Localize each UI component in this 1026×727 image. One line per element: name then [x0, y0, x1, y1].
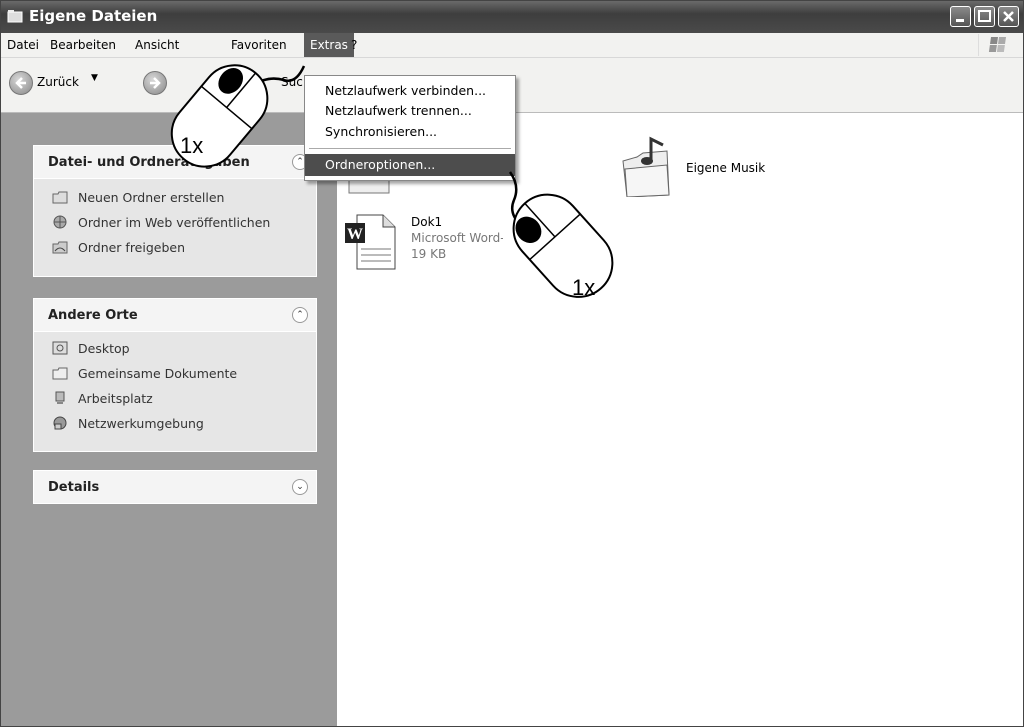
minimize-button[interactable] — [950, 6, 971, 27]
task-publish-web[interactable]: Ordner im Web veröffentlichen — [34, 210, 316, 235]
forward-arrow-icon — [150, 77, 161, 89]
window-title: Eigene Dateien — [29, 7, 158, 25]
file-name: Dok1 — [411, 215, 443, 229]
close-icon — [1003, 11, 1014, 22]
web-globe-icon — [53, 215, 67, 229]
menu-favoriten[interactable]: Favoriten — [225, 33, 293, 57]
task-share-folder[interactable]: Ordner freigeben — [34, 235, 316, 260]
file-item-music[interactable]: Eigene Musik — [617, 131, 817, 201]
back-label[interactable]: Zurück — [37, 75, 79, 89]
extras-dropdown-menu: Netzlaufwerk verbinden... Netzlaufwerk t… — [304, 75, 516, 181]
place-label: Desktop — [78, 341, 130, 356]
file-size: 19 KB — [411, 247, 447, 261]
panel-header[interactable]: Details ⌄ — [34, 471, 316, 503]
panel-header[interactable]: Andere Orte ⌃ — [34, 299, 316, 332]
computer-icon — [55, 391, 65, 404]
task-pane: Datei- und Ordneraufgaben ⌃ Neuen Ordner… — [1, 113, 337, 726]
place-label: Gemeinsame Dokumente — [78, 366, 238, 381]
place-network[interactable]: Netzwerkumgebung — [34, 411, 316, 436]
panel-header[interactable]: Datei- und Ordneraufgaben ⌃ — [34, 146, 316, 179]
panel-other-places: Andere Orte ⌃ Desktop Gemeinsame Dokumen… — [33, 298, 317, 452]
menu-item-folder-options[interactable]: Ordneroptionen... — [305, 154, 515, 176]
file-item-dok1[interactable]: W Dok1 Microsoft Word-Dokument 19 KB — [343, 213, 543, 277]
word-document-icon: W — [345, 214, 396, 270]
back-button[interactable] — [9, 71, 33, 95]
folder-icon — [52, 367, 68, 380]
menu-item-disconnect-network-drive[interactable]: Netzlaufwerk trennen... — [305, 100, 515, 122]
task-label: Ordner im Web veröffentlichen — [78, 215, 271, 230]
place-my-computer[interactable]: Arbeitsplatz — [34, 386, 316, 411]
place-label: Netzwerkumgebung — [78, 416, 204, 431]
menu-help[interactable]: ? — [345, 33, 363, 57]
expand-icon[interactable]: ⌄ — [292, 479, 308, 495]
new-folder-icon — [52, 191, 68, 204]
maximize-icon — [978, 10, 991, 22]
maximize-button[interactable] — [974, 6, 995, 27]
menu-item-synchronize[interactable]: Synchronisieren... — [305, 121, 515, 143]
folder-window-icon — [7, 10, 23, 23]
network-icon — [53, 416, 67, 430]
place-desktop[interactable]: Desktop — [34, 336, 316, 361]
windows-logo-icon — [978, 34, 1019, 56]
back-dropdown-icon[interactable]: ▼ — [91, 73, 98, 83]
menu-bar: Datei Bearbeiten Ansicht Favoriten Extra… — [1, 33, 1023, 58]
menu-ansicht[interactable]: Ansicht — [129, 33, 185, 57]
svg-text:W: W — [347, 226, 363, 243]
place-shared-docs[interactable]: Gemeinsame Dokumente — [34, 361, 316, 386]
menu-datei[interactable]: Datei — [1, 33, 45, 57]
share-folder-icon — [52, 241, 68, 254]
explorer-window: Eigene Dateien Datei Bearbeiten Ansicht … — [0, 0, 1024, 727]
task-new-folder[interactable]: Neuen Ordner erstellen — [34, 185, 316, 210]
minimize-icon — [956, 19, 964, 22]
title-bar[interactable]: Eigene Dateien — [1, 1, 1023, 33]
file-type: Microsoft Word-Dokument — [411, 231, 503, 245]
file-name: Eigene Musik — [686, 161, 766, 175]
forward-button[interactable] — [143, 71, 167, 95]
panel-details: Details ⌄ — [33, 470, 317, 504]
search-label[interactable]: Suc — [281, 75, 303, 89]
panel-title: Andere Orte — [48, 308, 138, 323]
menu-item-map-network-drive[interactable]: Netzlaufwerk verbinden... — [305, 80, 515, 102]
collapse-icon[interactable]: ⌃ — [292, 307, 308, 323]
desktop-icon — [52, 341, 68, 355]
panel-title: Details — [48, 480, 100, 495]
back-arrow-icon — [15, 77, 26, 89]
task-label: Neuen Ordner erstellen — [78, 190, 225, 205]
task-label: Ordner freigeben — [78, 240, 186, 255]
menu-separator — [309, 148, 511, 149]
music-folder-icon — [622, 136, 670, 197]
file-view: Eigene Musik W Dok1 Microsoft Word-Dokum… — [337, 113, 1023, 726]
place-label: Arbeitsplatz — [78, 391, 153, 406]
menu-bearbeiten[interactable]: Bearbeiten — [44, 33, 122, 57]
panel-file-tasks: Datei- und Ordneraufgaben ⌃ Neuen Ordner… — [33, 145, 317, 277]
close-button[interactable] — [998, 6, 1019, 27]
